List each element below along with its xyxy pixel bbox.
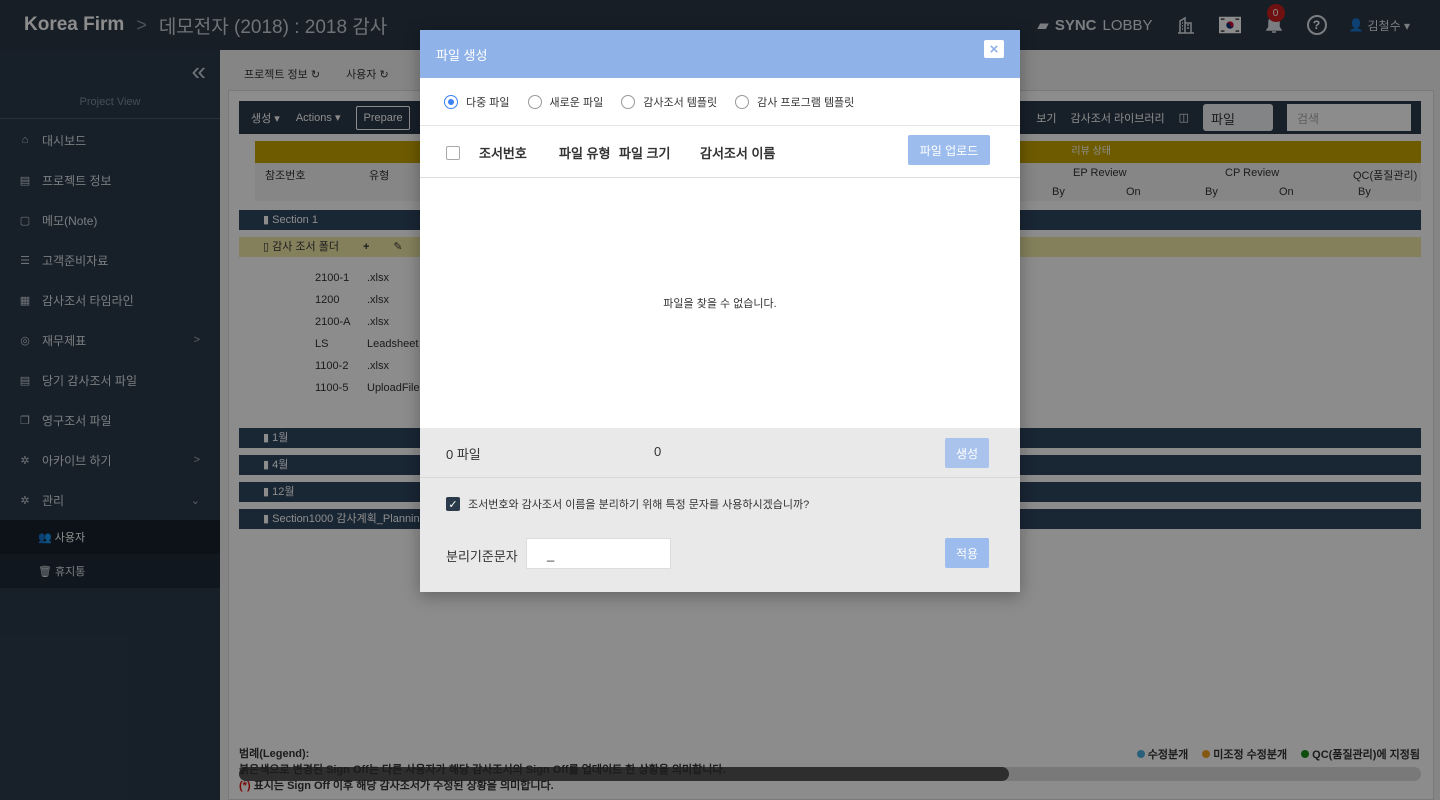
upload-file-button[interactable]: 파일 업로드 <box>908 135 990 165</box>
radio-button[interactable] <box>444 94 458 109</box>
radio-multi-file[interactable]: 다중 파일 <box>444 94 510 110</box>
file-count: 0 파일 <box>446 447 481 462</box>
header-file-size: 파일 크기 <box>619 146 671 161</box>
select-all-checkbox[interactable] <box>446 145 460 160</box>
create-file-dialog: 파일 생성 × 다중 파일 새로운 파일 감사조서 템플릿 감사 프로그램 템플… <box>420 30 1020 592</box>
radio-program-template[interactable]: 감사 프로그램 템플릿 <box>735 94 854 110</box>
radio-new-file[interactable]: 새로운 파일 <box>527 94 604 110</box>
dialog-title: 파일 생성 <box>436 47 488 63</box>
radio-label: 감사 프로그램 템플릿 <box>757 96 855 109</box>
create-button[interactable]: 생성 <box>945 438 989 468</box>
use-separator-label: 조서번호와 감사조서 이름을 분리하기 위해 특정 문자를 사용하시겠습니까? <box>468 499 810 511</box>
radio-button[interactable] <box>527 94 542 109</box>
total-size: 0 <box>654 444 662 459</box>
radio-button[interactable] <box>621 94 636 109</box>
header-ref-number: 조서번호 <box>479 146 527 161</box>
use-separator-checkbox[interactable]: ✓ <box>446 497 460 511</box>
radio-button[interactable] <box>735 94 750 109</box>
radio-label: 새로운 파일 <box>549 96 604 109</box>
separator-label: 분리기준문자 <box>446 549 518 564</box>
file-table-header: 조서번호 파일 유형 파일 크기 감서조서 이름 파일 업로드 <box>420 126 1020 178</box>
file-table-body: 파일을 찾을 수 없습니다. <box>420 178 1020 428</box>
use-separator-option[interactable]: ✓ 조서번호와 감사조서 이름을 분리하기 위해 특정 문자를 사용하시겠습니까… <box>446 496 809 512</box>
separator-options: ✓ 조서번호와 감사조서 이름을 분리하기 위해 특정 문자를 사용하시겠습니까… <box>420 478 1020 592</box>
radio-label: 다중 파일 <box>466 96 510 109</box>
separator-input[interactable]: _ <box>526 538 671 569</box>
file-type-options: 다중 파일 새로운 파일 감사조서 템플릿 감사 프로그램 템플릿 <box>420 78 1020 126</box>
apply-button[interactable]: 적용 <box>945 538 989 568</box>
radio-workpaper-template[interactable]: 감사조서 템플릿 <box>621 94 717 110</box>
close-icon[interactable]: × <box>984 40 1004 58</box>
radio-label: 감사조서 템플릿 <box>643 96 718 109</box>
header-workpaper-name: 감서조서 이름 <box>700 146 776 161</box>
dialog-header: 파일 생성 × <box>420 30 1020 78</box>
header-file-type: 파일 유형 <box>559 146 611 161</box>
empty-message: 파일을 찾을 수 없습니다. <box>663 298 777 310</box>
file-summary: 0 파일 0 생성 <box>420 428 1020 478</box>
